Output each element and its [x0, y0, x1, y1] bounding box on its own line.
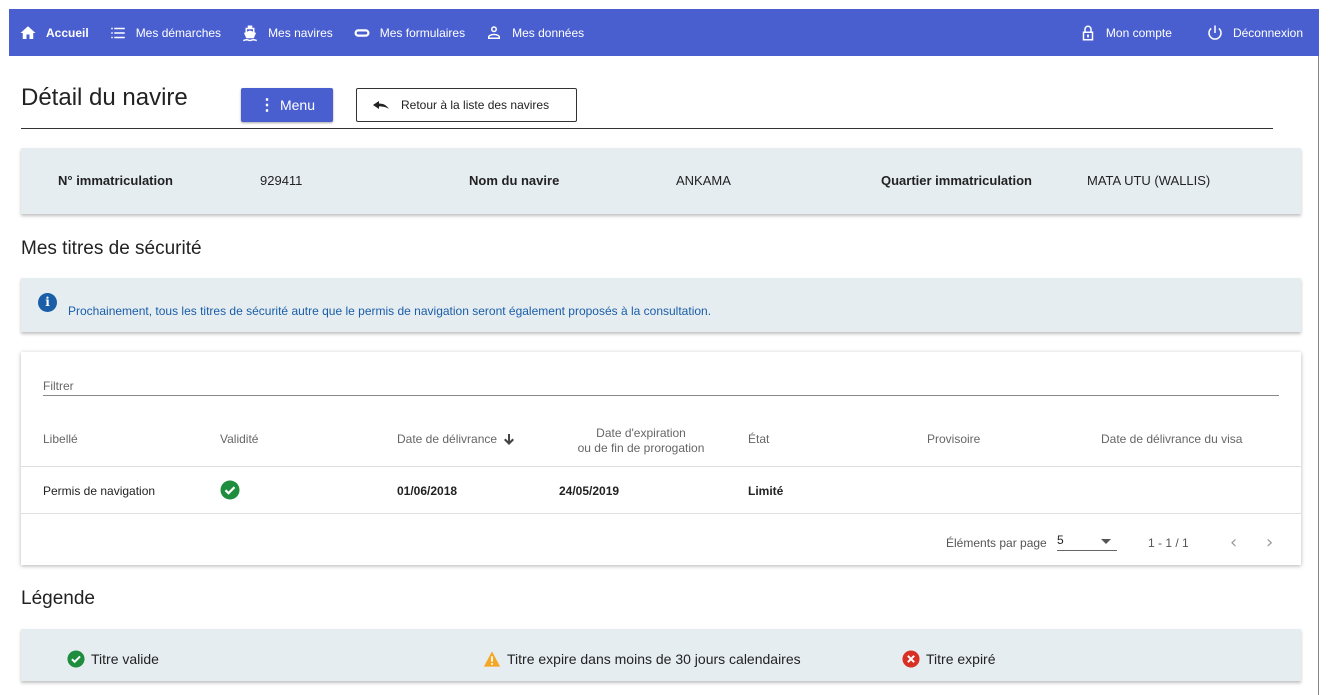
header-row-divider — [21, 466, 1301, 467]
arrow-down-icon — [504, 434, 515, 445]
legend-title: Légende — [21, 588, 95, 609]
column-header-label[interactable]: Libellé — [43, 432, 78, 446]
nav-item-label: Déconnexion — [1232, 25, 1303, 40]
title-divider — [21, 128, 1273, 129]
cell-issue-date: 01/06/2018 — [397, 484, 458, 498]
next-page-button[interactable]: › — [1266, 532, 1273, 553]
nav-item-donnees[interactable]: Mes données — [475, 9, 594, 56]
menu-button[interactable]: ⋮ Menu — [241, 88, 333, 122]
legend-expired-label: Titre expiré — [926, 651, 996, 667]
nav-item-formulaires[interactable]: Mes formulaires — [343, 9, 475, 56]
top-nav-bar: Accueil Mes démarches Mes navires Mes fo… — [9, 9, 1319, 56]
column-header-expiry-line2: ou de fin de prorogation — [577, 441, 705, 455]
column-header-issue-date-label: Date de délivrance — [397, 432, 498, 446]
legend-item-warning: Titre expire dans moins de 30 jours cale… — [483, 650, 801, 668]
previous-page-button[interactable]: ‹ — [1230, 532, 1237, 553]
row-divider — [21, 513, 1301, 514]
error-circle-icon — [902, 650, 920, 668]
legend-card: Titre valide Titre expire dans moins de … — [21, 629, 1301, 681]
more-vertical-icon: ⋮ — [258, 97, 275, 114]
security-titles-table: Filtrer Libellé Validité Date de délivra… — [21, 352, 1301, 565]
ship-info-card: N° immatriculation 929411 Nom du navire … — [21, 148, 1301, 214]
legend-valid-label: Titre valide — [91, 651, 159, 667]
column-header-visa-date[interactable]: Date de délivrance du visa — [1101, 432, 1242, 446]
legend-warning-label: Titre expire dans moins de 30 jours cale… — [507, 651, 801, 667]
filter-underline — [43, 395, 1279, 396]
pagination-range: 1 - 1 / 1 — [1148, 536, 1189, 550]
column-header-expiry-line1: Date d'expiration — [596, 426, 686, 440]
back-button-label: Retour à la liste des navires — [401, 98, 550, 112]
nav-item-demarches[interactable]: Mes démarches — [99, 9, 231, 56]
dropdown-caret-icon — [1101, 539, 1111, 544]
page-title: Détail du navire — [21, 84, 188, 111]
nav-item-navires[interactable]: Mes navires — [231, 9, 343, 56]
district-value: MATA UTU (WALLIS) — [1087, 173, 1211, 188]
warning-triangle-icon — [483, 651, 501, 667]
cell-label: Permis de navigation — [43, 484, 156, 498]
registration-label: N° immatriculation — [58, 173, 173, 188]
check-circle-icon — [220, 480, 240, 500]
column-header-issue-date[interactable]: Date de délivrance — [397, 432, 515, 446]
tag-icon — [354, 28, 370, 37]
list-icon — [110, 27, 125, 38]
check-circle-icon — [67, 650, 85, 668]
items-per-page-select[interactable]: 5 — [1057, 533, 1117, 551]
nav-item-accueil[interactable]: Accueil — [9, 9, 99, 56]
undo-arrow-icon — [373, 101, 389, 109]
power-icon — [1208, 25, 1222, 40]
filter-input[interactable]: Filtrer — [43, 379, 74, 393]
nav-item-label: Mes formulaires — [379, 25, 466, 40]
cell-state: Limité — [748, 484, 784, 498]
menu-button-label: Menu — [279, 97, 316, 113]
security-section-title: Mes titres de sécurité — [21, 238, 202, 259]
ship-icon — [243, 25, 257, 41]
info-banner-text: Prochainement, tous les titres de sécuri… — [68, 304, 712, 318]
chevron-right-icon: › — [1266, 532, 1274, 553]
items-per-page-label: Éléments par page — [946, 536, 1047, 550]
user-icon — [488, 25, 501, 39]
ship-name-value: ANKAMA — [676, 173, 731, 188]
nav-item-label: Accueil — [46, 25, 89, 40]
legend-item-expired: Titre expiré — [902, 650, 996, 668]
nav-item-account[interactable]: Mon compte — [1069, 9, 1182, 56]
column-header-expiry-date[interactable]: Date d'expiration ou de fin de prorogati… — [552, 426, 730, 456]
cell-expiry-date: 24/05/2019 — [559, 484, 620, 498]
chevron-left-icon: ‹ — [1230, 532, 1238, 553]
nav-item-logout[interactable]: Déconnexion — [1196, 9, 1313, 56]
column-header-validity[interactable]: Validité — [220, 432, 258, 446]
legend-item-valid: Titre valide — [67, 650, 159, 668]
district-label: Quartier immatriculation — [881, 173, 1032, 188]
page-right-border — [1318, 56, 1319, 695]
items-per-page-value: 5 — [1057, 533, 1064, 547]
nav-item-label: Mes données — [512, 25, 585, 40]
column-header-provisional[interactable]: Provisoire — [927, 432, 980, 446]
nav-item-label: Mon compte — [1105, 25, 1172, 40]
ship-name-label: Nom du navire — [469, 173, 560, 188]
back-to-list-button[interactable]: Retour à la liste des navires — [356, 88, 577, 122]
info-banner: i Prochainement, tous les titres de sécu… — [21, 278, 1301, 332]
lock-icon — [1082, 25, 1094, 40]
nav-item-label: Mes démarches — [135, 25, 222, 40]
home-icon — [20, 25, 36, 39]
info-icon: i — [38, 293, 57, 312]
nav-item-label: Mes navires — [268, 25, 333, 40]
column-header-state[interactable]: État — [748, 432, 769, 446]
registration-value: 929411 — [260, 173, 303, 188]
